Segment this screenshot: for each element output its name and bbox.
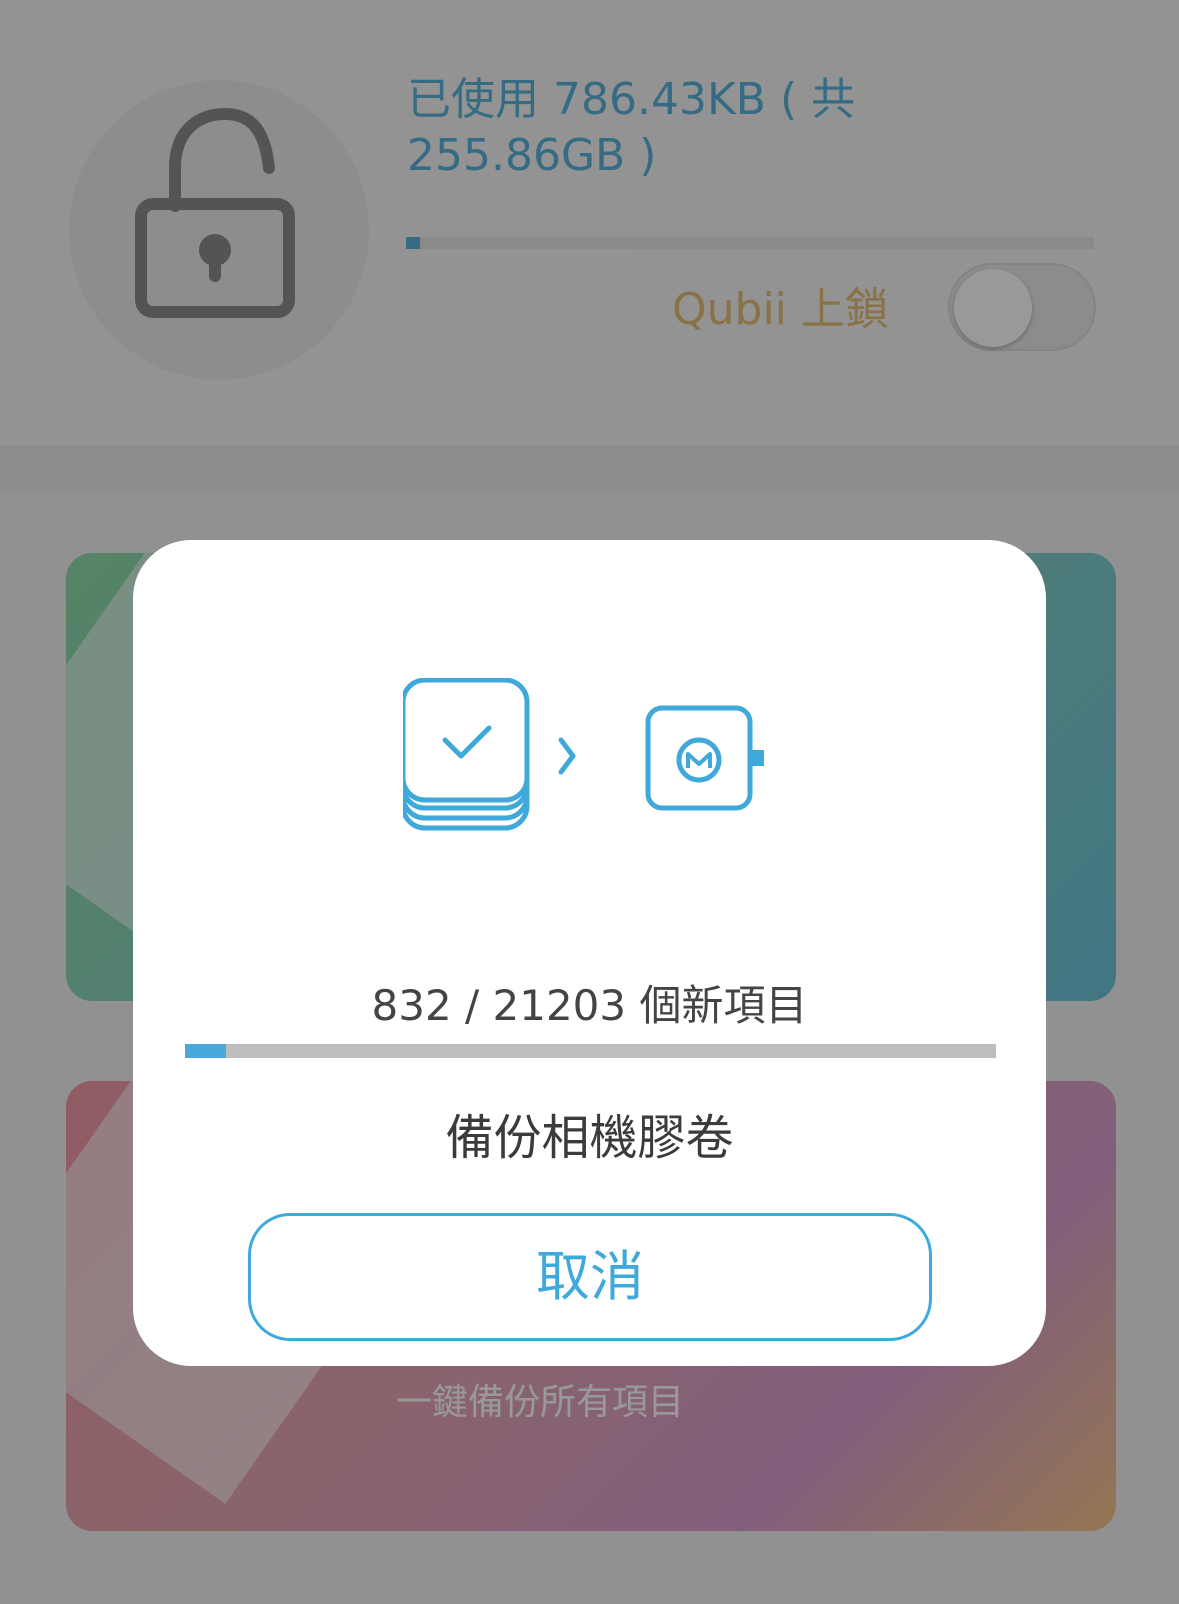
backup-progress-dialog: 832 / 21203 個新項目 備份相機膠卷 取消: [133, 540, 1046, 1366]
progress-count-text: 832 / 21203 個新項目: [371, 981, 808, 1030]
backup-progress-bar: [185, 1044, 996, 1058]
dialog-title: 備份相機膠卷: [445, 1110, 734, 1166]
backup-illustration: [403, 678, 764, 831]
backup-progress-fill: [185, 1044, 226, 1058]
qubii-device-icon: [645, 705, 764, 811]
photo-stack-check-icon: [403, 678, 530, 831]
cancel-button[interactable]: 取消: [248, 1213, 932, 1341]
chevron-right-icon: [558, 737, 576, 775]
